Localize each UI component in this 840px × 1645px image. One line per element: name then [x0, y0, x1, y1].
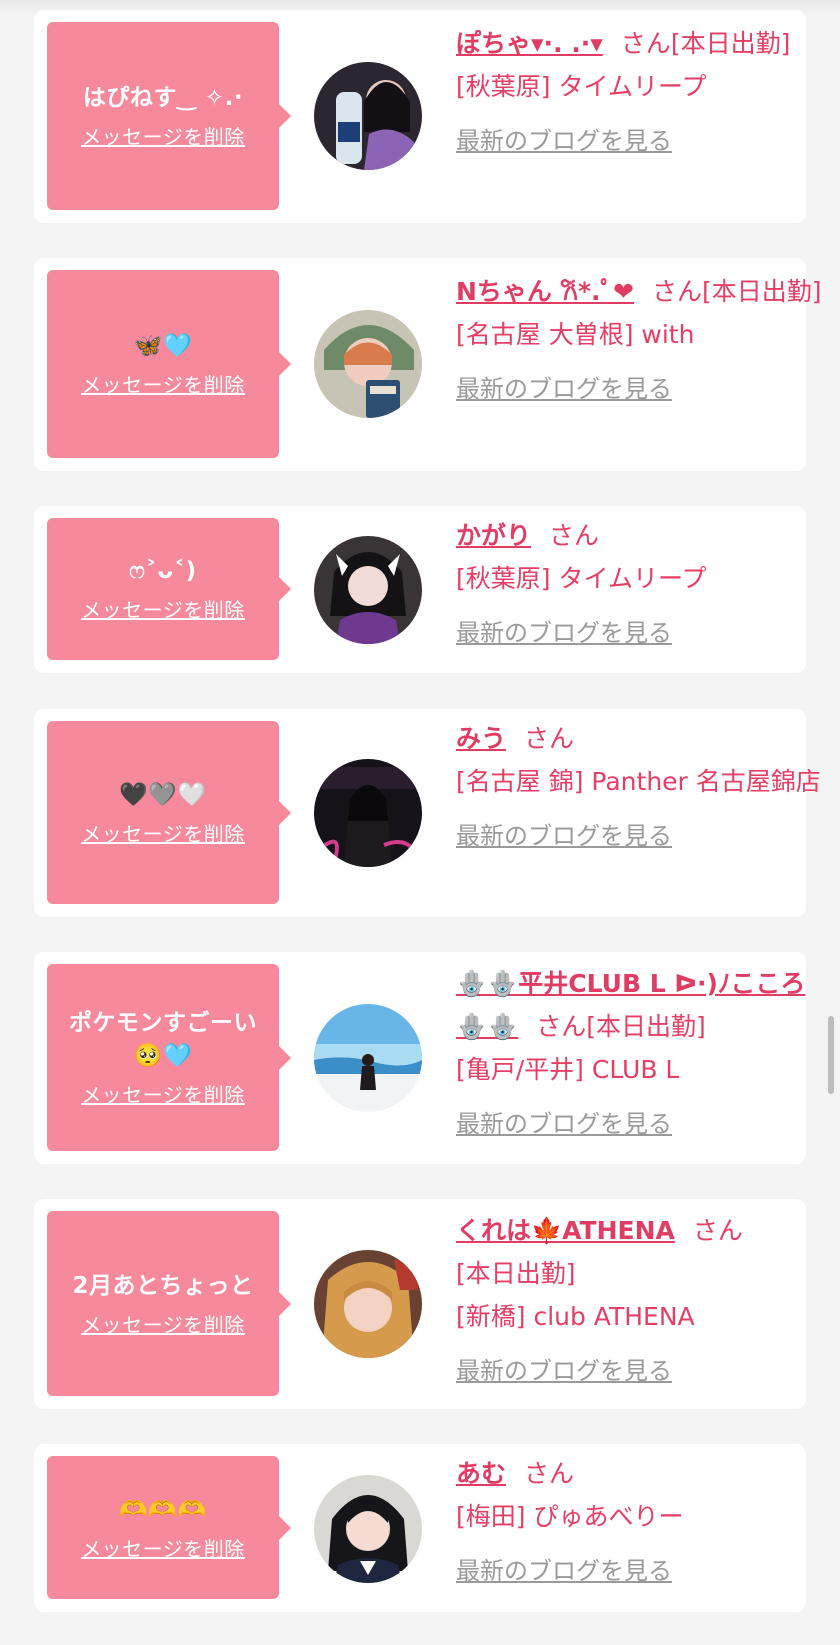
- avatar[interactable]: [314, 62, 422, 170]
- delete-message-link[interactable]: メッセージを削除: [81, 818, 245, 847]
- message-text: 🖤🩶🤍: [119, 781, 207, 808]
- status-text: [本日出勤]: [702, 277, 822, 306]
- honorific: さん: [620, 29, 671, 58]
- honorific: さん: [651, 277, 702, 306]
- user-info: Nちゃん 𐙚*.ﾟ❤ さん[本日出勤] [名古屋 大曽根] with 最新のブログ…: [456, 270, 826, 411]
- delete-message-link[interactable]: メッセージを削除: [81, 121, 245, 150]
- shop-text: [亀戸/平井] CLUB L: [456, 1055, 680, 1084]
- avatar[interactable]: [314, 1250, 422, 1358]
- avatar[interactable]: [314, 1475, 422, 1583]
- avatar[interactable]: [314, 759, 422, 867]
- view-blog-link[interactable]: 最新のブログを見る: [456, 120, 672, 163]
- shop-text: [秋葉原] タイムリープ: [456, 72, 707, 101]
- honorific: さん: [549, 521, 600, 550]
- status-text: [本日出勤]: [670, 29, 791, 58]
- shop-text: [名古屋 錦] Panther 名古屋錦店: [456, 767, 821, 796]
- avatar[interactable]: [314, 1004, 422, 1112]
- user-name-link[interactable]: くれは🍁ATHENA: [456, 1216, 675, 1245]
- honorific: さん: [524, 724, 575, 753]
- scrollbar[interactable]: [828, 1016, 834, 1094]
- user-info: 🪬🪬平井CLUB L ᐅ·)ﾉこころ🪬🪬 さん[本日出勤] [亀戸/平井] CLU…: [456, 962, 826, 1146]
- view-blog-link[interactable]: 最新のブログを見る: [456, 1350, 672, 1393]
- view-blog-link[interactable]: 最新のブログを見る: [456, 815, 672, 858]
- user-info: くれは🍁ATHENA さん [本日出勤] [新橋] club ATHENA 最新の…: [456, 1209, 826, 1393]
- view-blog-link[interactable]: 最新のブログを見る: [456, 612, 672, 655]
- shop-text: [梅田] ぴゅあべりー: [456, 1502, 684, 1531]
- message-card: ෆ˃ᴗ˂) メッセージを削除 かがり さん [秋葉原] タイムリープ 最新のブログ…: [34, 506, 806, 673]
- message-text: 2月あとちょっと: [72, 1272, 254, 1299]
- status-text: [本日出勤]: [456, 1259, 576, 1288]
- message-card: 🖤🩶🤍 メッセージを削除 みう さん [名古屋 錦] Panther 名古屋錦店 …: [34, 709, 821, 917]
- shop-text: [新橋] club ATHENA: [456, 1302, 695, 1331]
- delete-message-link[interactable]: メッセージを削除: [81, 1533, 245, 1562]
- message-text: はぴねす‿ ✧.·: [82, 85, 244, 111]
- user-info: みう さん [名古屋 錦] Panther 名古屋錦店 最新のブログを見る: [456, 717, 826, 858]
- user-name-link[interactable]: あむ: [456, 1459, 506, 1488]
- message-bubble: 🖤🩶🤍 メッセージを削除: [47, 721, 291, 904]
- message-text: ポケモンすごーい🥺🩵: [69, 1010, 257, 1069]
- user-name-link[interactable]: みう: [456, 724, 506, 753]
- message-bubble: 🫶🫶🫶 メッセージを削除: [47, 1456, 291, 1599]
- honorific: さん: [524, 1459, 575, 1488]
- message-card: 2月あとちょっと メッセージを削除 くれは🍁ATHENA さん [本日出勤] [新…: [34, 1199, 806, 1409]
- avatar[interactable]: [314, 310, 422, 418]
- message-card: はぴねす‿ ✧.· メッセージを削除 ぽちゃ▾·. .·▾ さん[本日出勤] [秋…: [34, 10, 806, 223]
- message-bubble: 🦋🩵 メッセージを削除: [47, 270, 291, 458]
- delete-message-link[interactable]: メッセージを削除: [81, 1309, 245, 1338]
- honorific: さん: [692, 1216, 743, 1245]
- message-text: 🦋🩵: [133, 333, 193, 359]
- message-bubble: ポケモンすごーい🥺🩵 メッセージを削除: [47, 964, 291, 1151]
- view-blog-link[interactable]: 最新のブログを見る: [456, 1103, 672, 1146]
- user-name-link[interactable]: かがり: [456, 521, 531, 550]
- message-card: 🦋🩵 メッセージを削除 Nちゃん 𐙚*.ﾟ❤ さん[本日出勤] [名古屋 大曽根]…: [34, 258, 822, 471]
- avatar[interactable]: [314, 536, 422, 644]
- message-bubble: はぴねす‿ ✧.· メッセージを削除: [47, 22, 291, 210]
- message-text: 🫶🫶🫶: [119, 1496, 207, 1523]
- honorific: さん: [536, 1012, 587, 1041]
- message-card: ポケモンすごーい🥺🩵 メッセージを削除 🪬🪬平井CLUB L ᐅ·)ﾉこころ🪬🪬…: [34, 952, 806, 1164]
- user-name-link[interactable]: Nちゃん 𐙚*.ﾟ❤: [456, 277, 634, 306]
- message-bubble: ෆ˃ᴗ˂) メッセージを削除: [47, 518, 291, 660]
- user-name-link[interactable]: ぽちゃ▾·. .·▾: [456, 29, 603, 58]
- user-info: あむ さん [梅田] ぴゅあべりー 最新のブログを見る: [456, 1452, 826, 1593]
- delete-message-link[interactable]: メッセージを削除: [81, 1079, 245, 1108]
- view-blog-link[interactable]: 最新のブログを見る: [456, 1550, 672, 1593]
- shop-text: [秋葉原] タイムリープ: [456, 564, 707, 593]
- user-info: ぽちゃ▾·. .·▾ さん[本日出勤] [秋葉原] タイムリープ 最新のブログを見…: [456, 22, 826, 163]
- status-text: [本日出勤]: [586, 1012, 706, 1041]
- delete-message-link[interactable]: メッセージを削除: [81, 369, 245, 398]
- message-text: ෆ˃ᴗ˂): [129, 558, 197, 584]
- view-blog-link[interactable]: 最新のブログを見る: [456, 368, 672, 411]
- message-bubble: 2月あとちょっと メッセージを削除: [47, 1211, 291, 1396]
- user-info: かがり さん [秋葉原] タイムリープ 最新のブログを見る: [456, 514, 826, 655]
- delete-message-link[interactable]: メッセージを削除: [81, 594, 245, 623]
- message-card: 🫶🫶🫶 メッセージを削除 あむ さん [梅田] ぴゅあべりー 最新のブログを見る: [34, 1444, 806, 1612]
- shop-text: [名古屋 大曽根] with: [456, 320, 695, 349]
